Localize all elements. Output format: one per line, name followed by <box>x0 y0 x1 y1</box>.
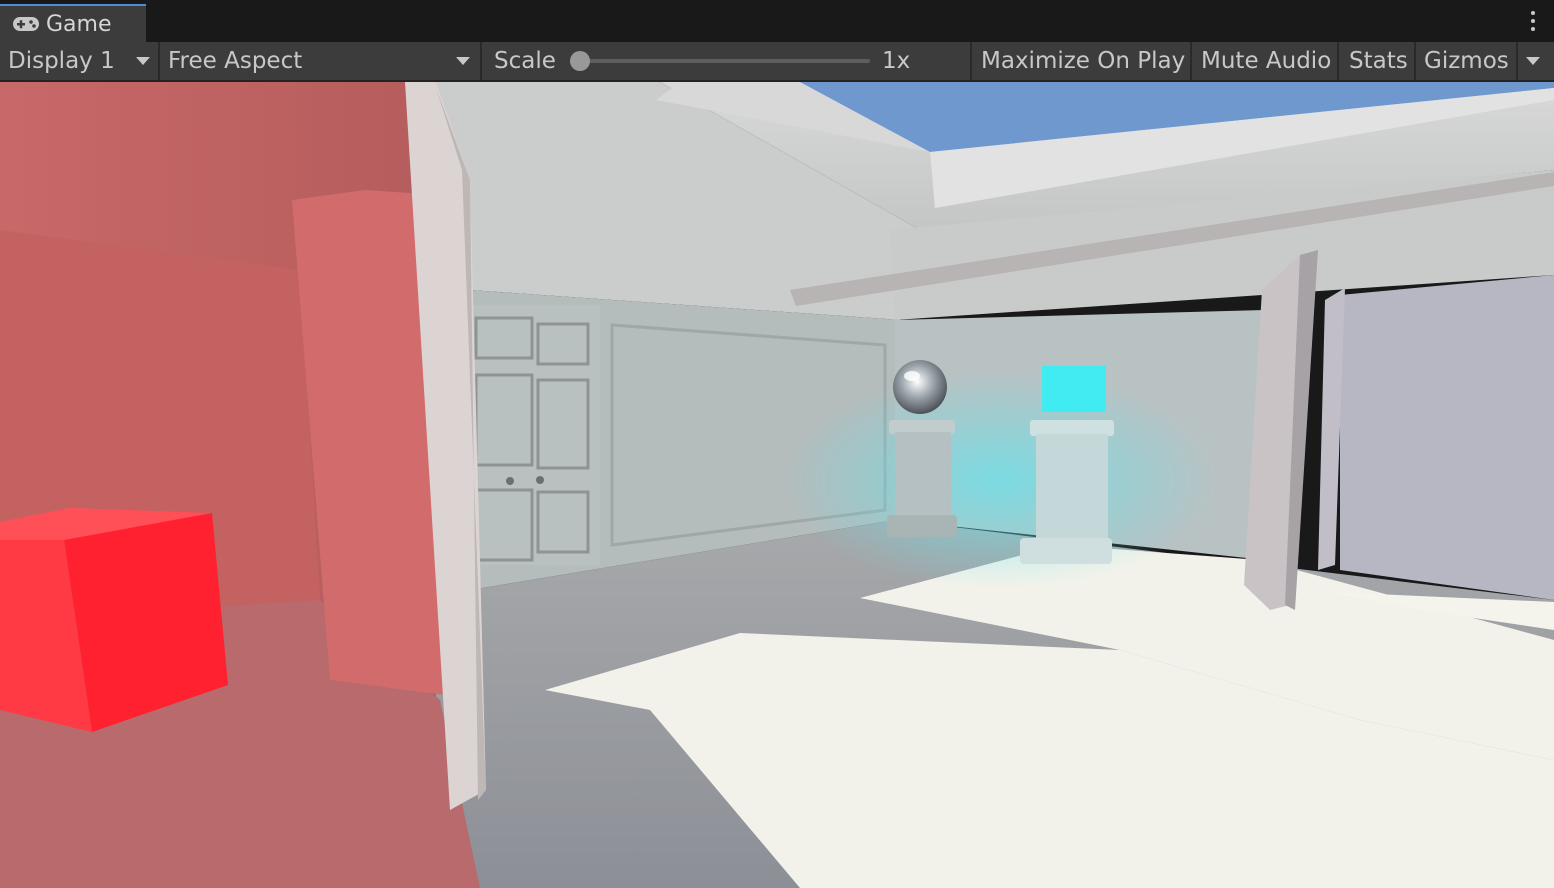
maximize-on-play-toggle[interactable]: Maximize On Play <box>981 42 1185 80</box>
divider <box>970 42 972 80</box>
scale-label: Scale <box>494 48 556 74</box>
aspect-dropdown[interactable]: Free Aspect <box>168 42 478 80</box>
divider <box>1337 42 1339 80</box>
stats-toggle[interactable]: Stats <box>1349 42 1408 80</box>
more-options-icon[interactable] <box>1530 11 1536 33</box>
scale-value: 1x <box>882 48 911 74</box>
divider <box>1414 42 1416 80</box>
scale-slider-track[interactable] <box>578 59 870 63</box>
divider <box>480 42 482 80</box>
tab-game[interactable]: Game <box>0 4 146 42</box>
cyan-glow-cube <box>1042 366 1106 412</box>
scene-render <box>0 82 1554 888</box>
tab-label: Game <box>46 11 112 37</box>
aspect-label: Free Aspect <box>168 48 303 74</box>
chevron-down-icon <box>136 57 150 65</box>
chevron-down-icon <box>456 57 470 65</box>
scale-slider-handle[interactable] <box>570 51 590 71</box>
gizmos-dropdown-icon[interactable] <box>1526 57 1540 65</box>
gamepad-icon <box>13 17 39 31</box>
divider <box>1190 42 1192 80</box>
divider <box>1516 42 1518 80</box>
tab-bar: Game <box>0 0 1554 42</box>
pedestal-left <box>887 420 957 537</box>
mute-audio-toggle[interactable]: Mute Audio <box>1201 42 1331 80</box>
display-label: Display 1 <box>8 48 115 74</box>
game-viewport[interactable] <box>0 82 1554 888</box>
divider <box>158 42 160 80</box>
mirror-sphere <box>893 360 947 414</box>
gizmos-toggle[interactable]: Gizmos <box>1424 42 1509 80</box>
game-toolbar: Display 1 Free Aspect Scale 1x Maximize … <box>0 42 1554 82</box>
double-door <box>470 305 600 565</box>
